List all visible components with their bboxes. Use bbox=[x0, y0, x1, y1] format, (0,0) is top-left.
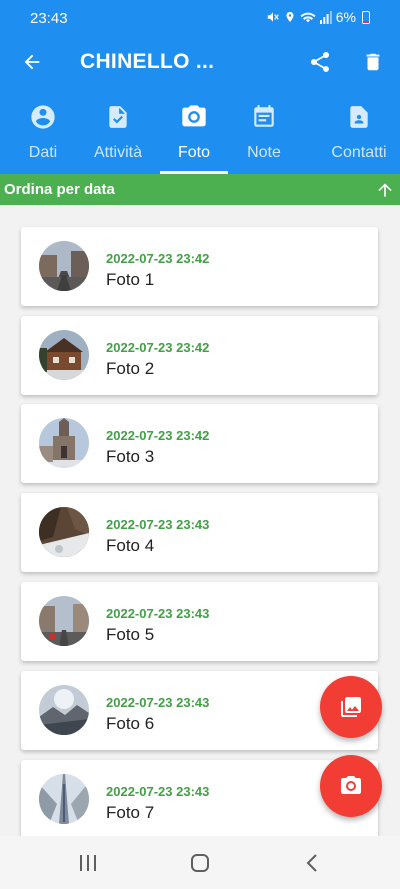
photo-date: 2022-07-23 23:42 bbox=[106, 340, 210, 355]
system-nav-bar bbox=[0, 836, 400, 889]
delete-button[interactable] bbox=[349, 38, 397, 86]
tab-foto[interactable]: Foto bbox=[160, 96, 228, 174]
photo-card[interactable]: 2022-07-23 23:43 Foto 5 bbox=[21, 582, 378, 661]
camera-icon bbox=[341, 776, 361, 794]
tab-label: Foto bbox=[177, 144, 210, 161]
add-from-gallery-button[interactable] bbox=[320, 676, 382, 738]
tab-bar: Dati Attività Foto Note Contatti bbox=[0, 96, 400, 174]
back-button[interactable] bbox=[8, 38, 56, 86]
photo-title: Foto 5 bbox=[106, 625, 155, 644]
trash-icon bbox=[366, 53, 380, 71]
contact-file-icon bbox=[346, 102, 372, 132]
share-button[interactable] bbox=[296, 38, 344, 86]
tab-attivita[interactable]: Attività bbox=[86, 96, 150, 174]
sort-direction-button[interactable] bbox=[370, 174, 400, 205]
location-icon bbox=[284, 10, 296, 24]
tab-label: Note bbox=[247, 144, 281, 161]
photo-card[interactable]: 2022-07-23 23:42 Foto 3 bbox=[21, 404, 378, 483]
photo-date: 2022-07-23 23:42 bbox=[106, 428, 210, 443]
recents-icon bbox=[80, 854, 96, 871]
photo-title: Foto 3 bbox=[106, 447, 155, 466]
tab-label: Dati bbox=[28, 144, 58, 161]
photo-card[interactable]: 2022-07-23 23:42 Foto 2 bbox=[21, 316, 378, 395]
photo-date: 2022-07-23 23:43 bbox=[106, 695, 210, 710]
sort-label: Ordina per data bbox=[4, 181, 115, 198]
photo-thumbnail bbox=[39, 507, 89, 557]
photo-title: Foto 1 bbox=[106, 270, 155, 289]
mute-icon bbox=[266, 10, 280, 24]
photo-date: 2022-07-23 23:43 bbox=[106, 517, 210, 532]
home-icon bbox=[191, 853, 209, 872]
status-bar: 23:43 6% bbox=[0, 0, 400, 36]
arrow-back-icon bbox=[24, 54, 40, 70]
photo-thumbnail bbox=[39, 418, 89, 468]
battery-level: 6% bbox=[335, 9, 356, 25]
photo-thumbnail bbox=[39, 685, 89, 735]
photo-title: Foto 4 bbox=[106, 536, 155, 555]
status-time: 23:43 bbox=[30, 10, 68, 27]
task-file-icon bbox=[105, 102, 131, 132]
recents-button[interactable] bbox=[63, 844, 113, 881]
photo-thumbnail bbox=[39, 774, 89, 824]
photo-title: Foto 6 bbox=[106, 714, 155, 733]
photo-card[interactable]: 2022-07-23 23:42 Foto 1 bbox=[21, 227, 378, 306]
system-back-button[interactable] bbox=[287, 844, 337, 881]
photo-card[interactable]: 2022-07-23 23:43 Foto 4 bbox=[21, 493, 378, 572]
page-title: CHINELLO ... bbox=[80, 50, 215, 73]
calendar-note-icon bbox=[251, 102, 277, 132]
camera-icon bbox=[180, 102, 208, 132]
photo-date: 2022-07-23 23:42 bbox=[106, 251, 210, 266]
wifi-icon bbox=[300, 10, 316, 24]
photo-title: Foto 7 bbox=[106, 803, 155, 822]
photo-date: 2022-07-23 23:43 bbox=[106, 784, 210, 799]
home-button[interactable] bbox=[175, 844, 225, 881]
photo-thumbnail bbox=[39, 330, 89, 380]
tab-dati[interactable]: Dati bbox=[0, 96, 86, 174]
tab-contatti[interactable]: Contatti bbox=[318, 96, 400, 174]
app-bar: 23:43 6% CHINELLO ... Dati Attività Foto… bbox=[0, 0, 400, 174]
toolbar: CHINELLO ... bbox=[0, 38, 400, 86]
tab-label: Attività bbox=[93, 144, 142, 161]
photo-date: 2022-07-23 23:43 bbox=[106, 606, 210, 621]
tab-note[interactable]: Note bbox=[230, 96, 298, 174]
signal-icon bbox=[319, 10, 332, 24]
photo-library-icon bbox=[341, 697, 361, 717]
sort-bar: Ordina per data bbox=[0, 174, 400, 205]
account-circle-icon bbox=[29, 102, 57, 132]
arrow-up-icon bbox=[378, 182, 392, 197]
share-icon bbox=[310, 51, 330, 72]
photo-title: Foto 2 bbox=[106, 359, 155, 378]
status-icons: 6% bbox=[266, 9, 370, 25]
photo-thumbnail bbox=[39, 241, 89, 291]
photo-list: 2022-07-23 23:42 Foto 1 2022-07-23 23:42… bbox=[0, 205, 400, 836]
take-photo-button[interactable] bbox=[320, 755, 382, 817]
battery-icon bbox=[362, 10, 370, 24]
photo-thumbnail bbox=[39, 596, 89, 646]
tab-label: Contatti bbox=[331, 144, 387, 161]
chevron-left-icon bbox=[306, 853, 317, 872]
